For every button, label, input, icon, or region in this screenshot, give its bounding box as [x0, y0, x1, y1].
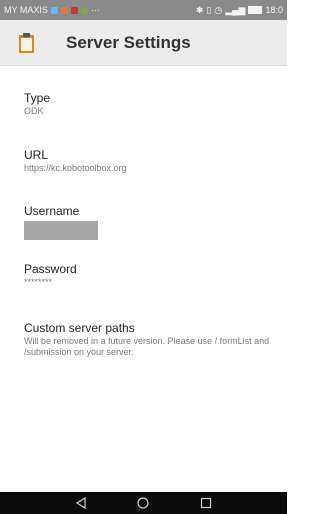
app-notification-icon: [60, 6, 68, 14]
recents-icon[interactable]: [191, 492, 221, 514]
preference-url[interactable]: URL https://kc.kobotoolbox.org: [24, 148, 271, 174]
status-bar-right: ✱ ▯ ◷ ▂▄▆ 18:0: [196, 5, 283, 16]
carrier-label: MY MAXIS: [4, 5, 48, 15]
notification-square-icon: [50, 6, 58, 14]
preference-summary: ********: [24, 277, 53, 287]
whatsapp-icon: [80, 6, 88, 14]
preference-summary: ODK: [24, 106, 44, 116]
preference-title: Custom server paths: [24, 321, 135, 335]
app-toolbar: Server Settings: [0, 20, 287, 66]
status-bar: MY MAXIS ··· ✱ ▯ ◷ ▂▄▆ 18:0: [0, 0, 287, 20]
navigation-bar: [0, 492, 287, 514]
back-icon[interactable]: [66, 492, 96, 514]
status-bar-left: MY MAXIS ···: [4, 5, 100, 15]
signal-icon: ▂▄▆: [225, 4, 246, 15]
clipboard-icon[interactable]: [18, 32, 35, 54]
clock: 18:0: [265, 5, 283, 15]
preference-summary: https://kc.kobotoolbox.org: [24, 163, 127, 173]
preference-type[interactable]: Type ODK: [24, 91, 271, 117]
redacted-username: [24, 221, 98, 240]
app-notification-icon: [70, 6, 78, 14]
vibrate-icon: ▯: [206, 4, 212, 15]
preference-title: Type: [24, 91, 51, 105]
preference-custom-server-paths[interactable]: Custom server paths Will be removed in a…: [24, 321, 271, 358]
page-title: Server Settings: [66, 32, 191, 52]
overflow-indicator: ···: [90, 5, 100, 15]
home-icon[interactable]: [128, 492, 158, 514]
preference-password[interactable]: Password ********: [24, 262, 271, 288]
preference-summary: Will be removed in a future version. Ple…: [24, 336, 270, 357]
preference-title: Password: [24, 262, 77, 276]
bluetooth-icon: ✱: [195, 4, 204, 15]
alarm-icon: ◷: [214, 4, 223, 15]
preference-title: Username: [24, 204, 80, 218]
preference-title: URL: [24, 148, 49, 162]
battery-icon: [248, 6, 263, 14]
preference-username[interactable]: Username: [24, 204, 271, 240]
